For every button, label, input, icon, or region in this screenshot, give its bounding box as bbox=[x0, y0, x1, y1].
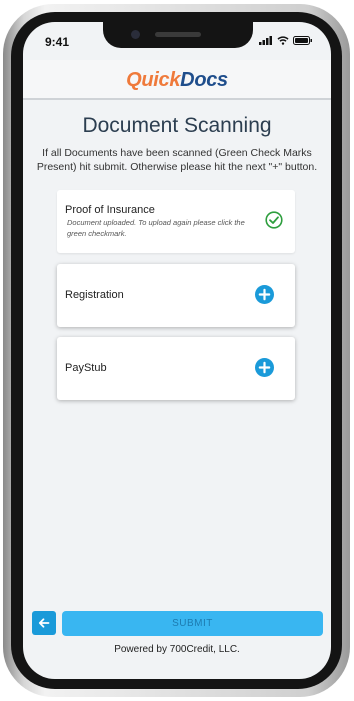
app-screen: 9:41 QuickDocs Document Scanning If all … bbox=[23, 22, 331, 679]
wifi-icon bbox=[277, 36, 289, 45]
speaker-grille bbox=[155, 32, 201, 37]
document-card-paystub[interactable]: PayStub bbox=[57, 337, 295, 400]
signal-icon bbox=[259, 36, 272, 45]
app-logo: QuickDocs bbox=[126, 69, 228, 91]
app-header: QuickDocs bbox=[23, 60, 331, 100]
document-card-registration[interactable]: Registration bbox=[57, 264, 295, 327]
arrow-left-icon bbox=[38, 618, 50, 628]
check-circle-icon[interactable] bbox=[265, 211, 283, 229]
status-icons bbox=[259, 36, 313, 45]
camera-icon bbox=[131, 30, 140, 39]
document-label: Proof of Insurance bbox=[65, 204, 155, 216]
battery-icon bbox=[293, 36, 312, 45]
document-card-proof-of-insurance[interactable]: Proof of Insurance Document uploaded. To… bbox=[57, 190, 295, 253]
footer-text: Powered by 700Credit, LLC. bbox=[114, 644, 240, 655]
submit-button[interactable]: SUBMIT bbox=[62, 611, 323, 636]
plus-circle-icon[interactable] bbox=[255, 358, 274, 377]
notch bbox=[103, 22, 253, 48]
plus-circle-icon[interactable] bbox=[255, 285, 274, 304]
page-title: Document Scanning bbox=[82, 114, 272, 137]
document-upload-note: Document uploaded. To upload again pleas… bbox=[67, 218, 245, 238]
status-time: 9:41 bbox=[45, 35, 70, 49]
document-label: PayStub bbox=[65, 362, 107, 374]
instructions-text: If all Documents have been scanned (Gree… bbox=[36, 147, 318, 173]
back-button[interactable] bbox=[32, 611, 56, 635]
document-label: Registration bbox=[65, 289, 124, 301]
